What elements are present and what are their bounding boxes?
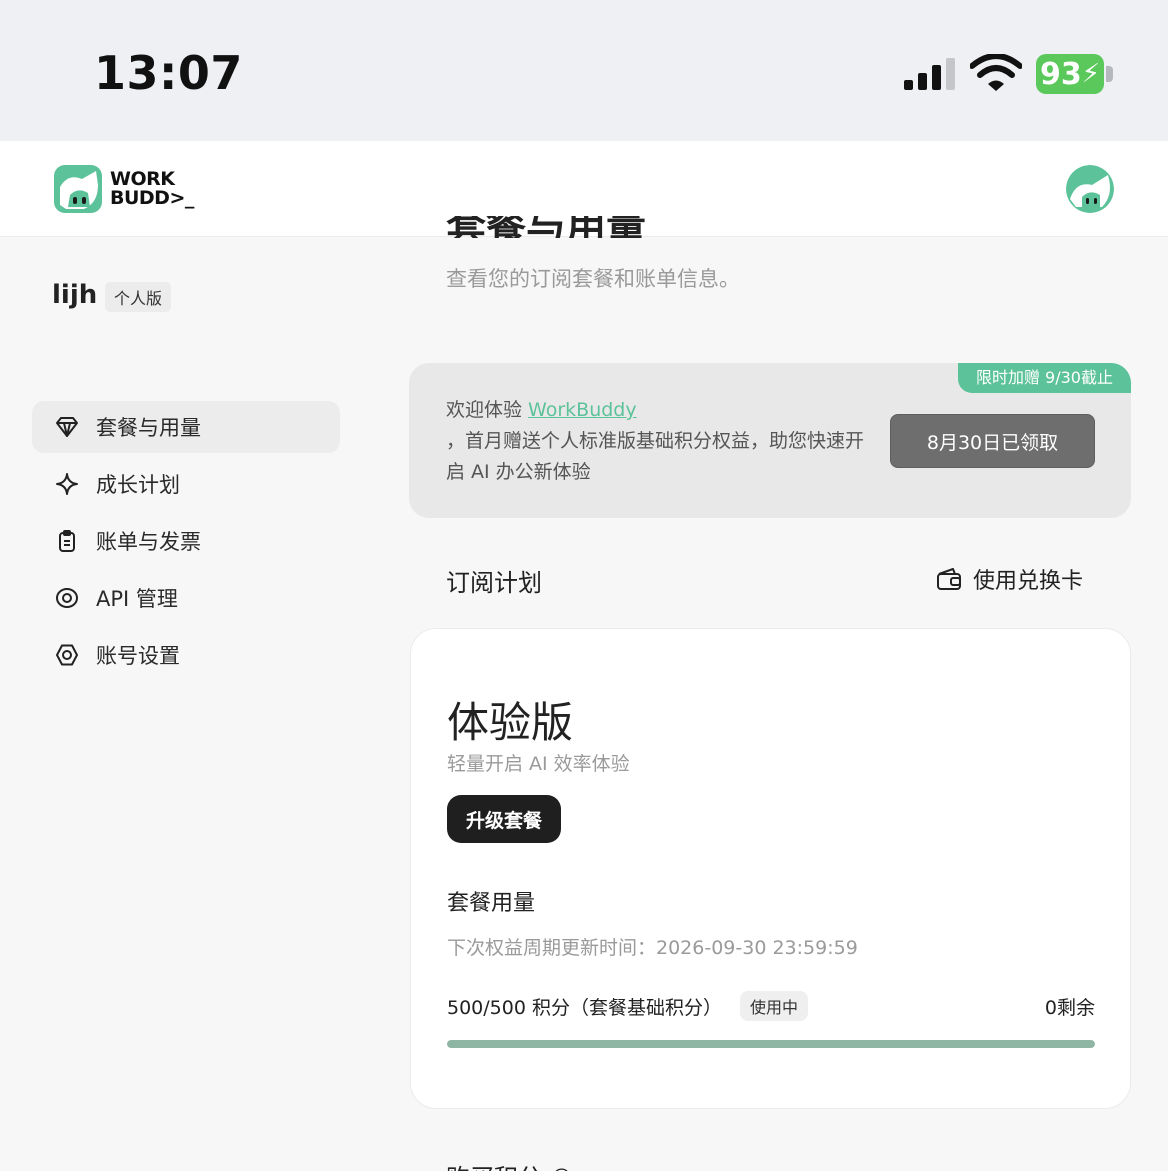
refresh-time: 下次权益周期更新时间：2026-09-30 23:59:59 bbox=[447, 937, 858, 959]
redeem-label: 使用兑换卡 bbox=[973, 569, 1084, 594]
avatar[interactable] bbox=[1066, 165, 1114, 213]
welcome-text: 欢迎体验 WorkBuddy ，首月赠送个人标准版基础积分权益，助您快速开启 A… bbox=[446, 395, 866, 488]
page-title: 套餐与用量 bbox=[446, 216, 686, 238]
sparkle-icon bbox=[56, 473, 78, 495]
diamond-icon bbox=[56, 417, 78, 437]
welcome-body: ，首月赠送个人标准版基础积分权益，助您快速开启 AI 办公新体验 bbox=[446, 430, 865, 483]
status-bar: 13:07 93 ⚡ bbox=[0, 0, 1168, 141]
battery-level: 93 bbox=[1039, 56, 1082, 92]
usage-progress-fill bbox=[447, 1040, 1095, 1048]
page-subtitle: 查看您的订阅套餐和账单信息。 bbox=[446, 267, 740, 291]
username: lijh bbox=[52, 280, 98, 310]
claimed-button[interactable]: 8月30日已领取 bbox=[890, 414, 1095, 468]
logo-line2: BUDD>_ bbox=[110, 187, 194, 209]
plan-badge: 个人版 bbox=[105, 282, 172, 312]
battery-indicator: 93 ⚡ bbox=[1036, 54, 1104, 94]
plan-name: 体验版 bbox=[447, 698, 574, 747]
cellular-signal-icon bbox=[904, 58, 955, 90]
charging-icon: ⚡ bbox=[1081, 59, 1100, 89]
usage-title: 套餐用量 bbox=[447, 891, 536, 916]
workbuddy-link[interactable]: WorkBuddy bbox=[528, 399, 637, 421]
subscription-title: 订阅计划 bbox=[446, 569, 542, 597]
sidebar-item-label: API 管理 bbox=[96, 587, 178, 611]
welcome-prefix: 欢迎体验 bbox=[446, 399, 529, 421]
sidebar-item-plan-usage[interactable]: 套餐与用量 bbox=[32, 401, 340, 453]
usage-progress-bar bbox=[447, 1040, 1095, 1048]
sidebar-nav: 套餐与用量 成长计划 账单与发票 API 管理 账号设置 bbox=[32, 401, 340, 686]
sidebar-item-billing[interactable]: 账单与发票 bbox=[32, 515, 340, 567]
page-title-text: 套餐与用量 bbox=[446, 216, 646, 238]
status-time: 13:07 bbox=[94, 46, 243, 100]
sidebar-item-label: 套餐与用量 bbox=[96, 416, 201, 440]
sidebar-item-account-settings[interactable]: 账号设置 bbox=[32, 629, 340, 681]
eye-icon bbox=[56, 588, 78, 608]
sidebar-item-label: 账号设置 bbox=[96, 644, 180, 668]
sidebar-item-api[interactable]: API 管理 bbox=[32, 572, 340, 624]
clipboard-icon bbox=[59, 530, 75, 552]
usage-text: 500/500 积分（套餐基础积分） bbox=[447, 996, 722, 1019]
welcome-banner: 限时加赠 9/30截止 欢迎体验 WorkBuddy ，首月赠送个人标准版基础积… bbox=[409, 363, 1131, 518]
wifi-icon bbox=[970, 54, 1022, 91]
redeem-card-button[interactable]: 使用兑换卡 bbox=[935, 563, 1083, 595]
next-section-title: 购买积分 © bbox=[446, 1158, 646, 1171]
logo-mark-icon bbox=[54, 165, 102, 213]
settings-hex-icon bbox=[56, 644, 78, 666]
next-section-text: 购买积分 © bbox=[446, 1158, 574, 1171]
promo-tag: 限时加赠 9/30截止 bbox=[957, 363, 1131, 393]
sidebar-item-growth-plan[interactable]: 成长计划 bbox=[32, 458, 340, 510]
battery-tip bbox=[1106, 66, 1113, 82]
usage-row: 500/500 积分（套餐基础积分） 使用中 0剩余 bbox=[447, 991, 1095, 1021]
sidebar-item-label: 成长计划 bbox=[96, 473, 180, 497]
workbuddy-logo[interactable]: WORK BUDD>_ bbox=[54, 165, 194, 213]
plan-description: 轻量开启 AI 效率体验 bbox=[447, 753, 630, 775]
remaining-credits: 0剩余 bbox=[1044, 996, 1095, 1019]
logo-wordmark: WORK BUDD>_ bbox=[110, 170, 194, 208]
status-badge: 使用中 bbox=[739, 991, 808, 1021]
wallet-icon bbox=[937, 568, 961, 590]
plan-card: 体验版 轻量开启 AI 效率体验 升级套餐 套餐用量 下次权益周期更新时间：20… bbox=[410, 628, 1131, 1109]
upgrade-plan-button[interactable]: 升级套餐 bbox=[447, 795, 561, 843]
sidebar-item-label: 账单与发票 bbox=[96, 530, 201, 554]
